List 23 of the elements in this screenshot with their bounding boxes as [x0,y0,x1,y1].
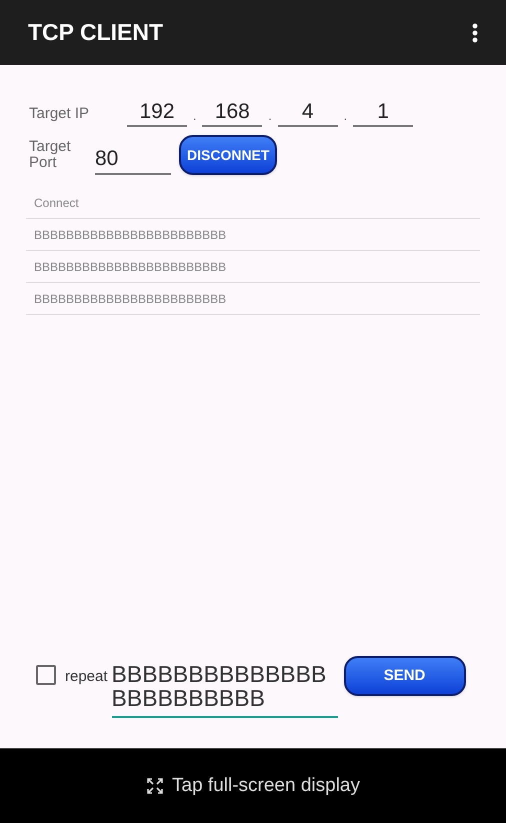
ip-octet-field[interactable]: 1 [353,99,414,127]
repeat-label: repeat [65,667,108,687]
send-button[interactable]: SEND [344,656,466,696]
disconnect-button[interactable]: DISCONNET [179,135,278,175]
ip-octet-field[interactable]: 4 [278,99,338,127]
port-field[interactable]: 80 [95,145,171,175]
log-row: BBBBBBBBBBBBBBBBBBBBBBBB [26,251,480,283]
more-menu-icon[interactable] [472,22,478,42]
expand-icon[interactable] [146,777,164,795]
repeat-checkbox[interactable] [36,665,56,685]
ip-octet-field[interactable]: 168 [202,99,262,127]
log-row: Connect [26,187,480,219]
log-row: BBBBBBBBBBBBBBBBBBBBBBBB [26,283,480,315]
target-port-label: Target Port [29,139,72,171]
message-field[interactable]: BBBBBBBBBBBBBBBBBBBBBBBB [112,656,338,718]
ip-separator: . [268,108,272,125]
fullscreen-hint[interactable]: Tap full-screen display [172,772,360,800]
ip-separator: . [344,108,348,125]
target-ip-label: Target IP [29,104,90,124]
ip-octet-field[interactable]: 192 [127,99,187,127]
app-title: TCP CLIENT [28,18,164,48]
log-row: BBBBBBBBBBBBBBBBBBBBBBBB [26,219,480,251]
ip-separator: . [193,108,196,125]
